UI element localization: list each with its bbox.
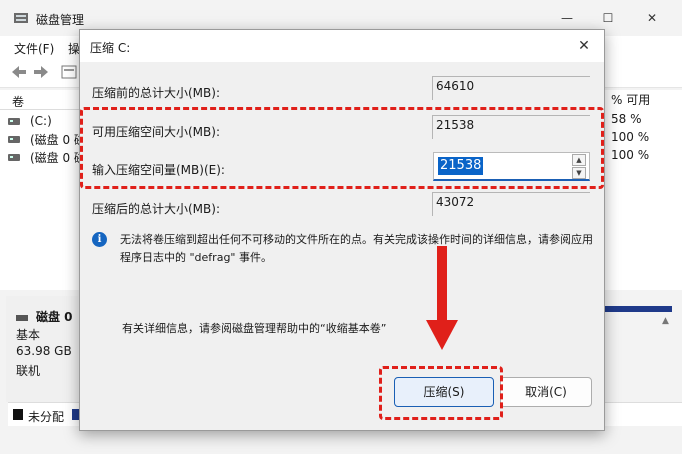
disk-info-panel[interactable]: 磁盘 0 基本 63.98 GB 联机 — [6, 296, 78, 402]
disk-icon — [16, 314, 28, 321]
cancel-button[interactable]: 取消(C) — [500, 377, 592, 407]
total-before-label: 压缩前的总计大小(MB): — [92, 86, 220, 100]
disk-type: 基本 — [16, 328, 41, 342]
percent-free-value: 58 % — [611, 112, 642, 126]
volume-name: (C:) — [30, 114, 52, 128]
shrink-button[interactable]: 压缩(S) — [394, 377, 494, 407]
forward-arrow-icon[interactable] — [32, 64, 50, 80]
help-message: 有关详细信息，请参阅磁盘管理帮助中的“收缩基本卷” — [122, 322, 387, 335]
volume-row[interactable]: (磁盘 0 磁 — [8, 148, 86, 166]
total-after-value: 43072 — [432, 192, 590, 216]
disk-name-label: 磁盘 0 — [36, 310, 73, 324]
disk-name: 磁盘 0 — [16, 308, 73, 325]
volume-icon — [8, 117, 20, 125]
minimize-button[interactable]: — — [557, 8, 577, 28]
available-shrink-value: 21538 — [432, 115, 590, 139]
percent-free-column-header[interactable]: % 可用 — [604, 90, 682, 110]
maximize-button[interactable]: ☐ — [598, 8, 618, 28]
arrow-shaft — [437, 246, 447, 322]
disk-status: 联机 — [16, 364, 41, 378]
volume-row[interactable]: (磁盘 0 磁 — [8, 130, 86, 148]
menu-file[interactable]: 文件(F) — [14, 40, 54, 57]
volume-icon — [8, 153, 20, 161]
volume-row[interactable]: (C:) — [8, 112, 52, 130]
partition-header-bar — [596, 306, 672, 312]
volume-icon — [8, 135, 20, 143]
disk-management-icon — [14, 13, 28, 23]
percent-free-value: 100 % — [611, 130, 650, 144]
info-message: 无法将卷压缩到超出任何不可移动的文件所在的点。有关完成该操作时间的详细信息，请参… — [120, 233, 593, 264]
volume-name: (磁盘 0 磁 — [30, 132, 86, 147]
volume-column-header[interactable]: 卷 — [12, 93, 24, 110]
spin-up-icon[interactable]: ▲ — [572, 154, 586, 166]
down-arrow-icon — [426, 320, 458, 350]
shrink-dialog: 压缩 C: ✕ 压缩前的总计大小(MB): 64610 可用压缩空间大小(MB)… — [79, 29, 605, 431]
properties-icon[interactable] — [60, 64, 78, 80]
back-arrow-icon[interactable] — [10, 64, 28, 80]
legend-unallocated: 未分配 — [28, 410, 65, 424]
window-title: 磁盘管理 — [36, 13, 85, 27]
dialog-title-bar: 压缩 C: ✕ — [80, 30, 604, 62]
volume-name: (磁盘 0 磁 — [30, 150, 86, 165]
shrink-amount-label: 输入压缩空间量(MB)(E): — [92, 163, 225, 177]
total-before-value: 64610 — [432, 76, 590, 100]
unallocated-swatch — [13, 409, 23, 420]
info-icon: i — [92, 232, 107, 247]
dialog-close-button[interactable]: ✕ — [574, 36, 594, 56]
available-shrink-label: 可用压缩空间大小(MB): — [92, 125, 220, 139]
spin-down-icon[interactable]: ▼ — [572, 167, 586, 179]
dialog-title: 压缩 C: — [90, 41, 131, 55]
shrink-amount-value[interactable]: 21538 — [438, 157, 484, 175]
disk-size: 63.98 GB — [16, 344, 72, 358]
shrink-amount-input[interactable]: 21538 ▲ ▼ — [433, 152, 590, 181]
scroll-up-icon[interactable]: ▲ — [662, 316, 672, 336]
percent-free-value: 100 % — [611, 148, 650, 162]
close-button[interactable]: ✕ — [642, 8, 662, 28]
total-after-label: 压缩后的总计大小(MB): — [92, 202, 220, 216]
